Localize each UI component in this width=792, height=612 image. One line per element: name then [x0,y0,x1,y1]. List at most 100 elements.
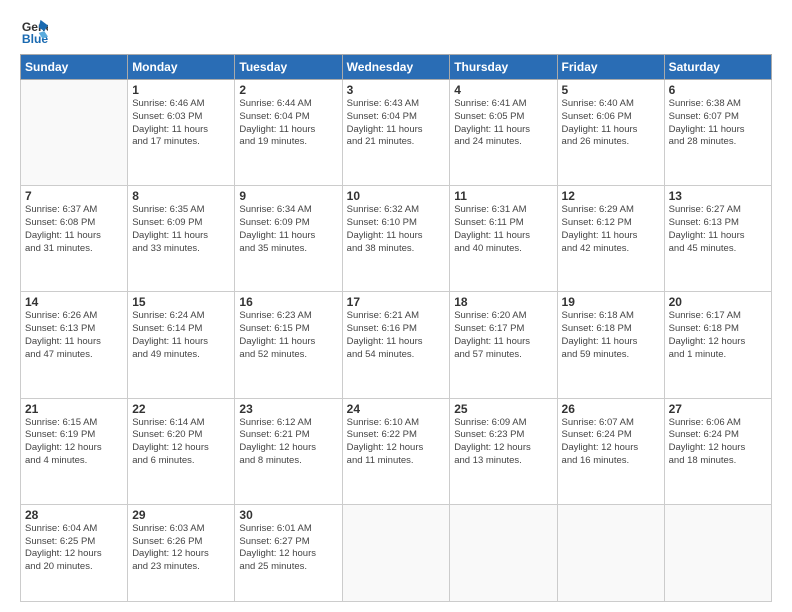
day-info: Sunrise: 6:07 AM Sunset: 6:24 PM Dayligh… [562,417,660,468]
day-number: 10 [347,189,446,203]
day-info: Sunrise: 6:24 AM Sunset: 6:14 PM Dayligh… [132,310,230,361]
day-info: Sunrise: 6:10 AM Sunset: 6:22 PM Dayligh… [347,417,446,468]
day-info: Sunrise: 6:38 AM Sunset: 6:07 PM Dayligh… [669,98,767,149]
calendar-cell [450,504,557,601]
logo-icon: General Blue [20,18,48,46]
day-number: 19 [562,295,660,309]
day-number: 21 [25,402,123,416]
calendar-cell: 30Sunrise: 6:01 AM Sunset: 6:27 PM Dayli… [235,504,342,601]
calendar-cell [21,80,128,186]
day-number: 27 [669,402,767,416]
calendar-cell: 1Sunrise: 6:46 AM Sunset: 6:03 PM Daylig… [128,80,235,186]
day-number: 30 [239,508,337,522]
calendar-cell: 2Sunrise: 6:44 AM Sunset: 6:04 PM Daylig… [235,80,342,186]
calendar-cell: 14Sunrise: 6:26 AM Sunset: 6:13 PM Dayli… [21,292,128,398]
day-info: Sunrise: 6:46 AM Sunset: 6:03 PM Dayligh… [132,98,230,149]
calendar-cell: 29Sunrise: 6:03 AM Sunset: 6:26 PM Dayli… [128,504,235,601]
calendar-cell: 4Sunrise: 6:41 AM Sunset: 6:05 PM Daylig… [450,80,557,186]
weekday-header-thursday: Thursday [450,55,557,80]
day-number: 29 [132,508,230,522]
day-info: Sunrise: 6:29 AM Sunset: 6:12 PM Dayligh… [562,204,660,255]
day-number: 15 [132,295,230,309]
calendar-cell [342,504,450,601]
day-number: 1 [132,83,230,97]
day-number: 25 [454,402,552,416]
calendar-cell: 18Sunrise: 6:20 AM Sunset: 6:17 PM Dayli… [450,292,557,398]
day-number: 26 [562,402,660,416]
day-number: 12 [562,189,660,203]
day-info: Sunrise: 6:35 AM Sunset: 6:09 PM Dayligh… [132,204,230,255]
day-info: Sunrise: 6:44 AM Sunset: 6:04 PM Dayligh… [239,98,337,149]
day-info: Sunrise: 6:04 AM Sunset: 6:25 PM Dayligh… [25,523,123,574]
day-info: Sunrise: 6:20 AM Sunset: 6:17 PM Dayligh… [454,310,552,361]
calendar-cell: 11Sunrise: 6:31 AM Sunset: 6:11 PM Dayli… [450,186,557,292]
day-info: Sunrise: 6:14 AM Sunset: 6:20 PM Dayligh… [132,417,230,468]
day-number: 2 [239,83,337,97]
page-header: General Blue [20,18,772,46]
day-info: Sunrise: 6:31 AM Sunset: 6:11 PM Dayligh… [454,204,552,255]
calendar-cell: 12Sunrise: 6:29 AM Sunset: 6:12 PM Dayli… [557,186,664,292]
day-info: Sunrise: 6:12 AM Sunset: 6:21 PM Dayligh… [239,417,337,468]
calendar-cell: 21Sunrise: 6:15 AM Sunset: 6:19 PM Dayli… [21,398,128,504]
day-info: Sunrise: 6:27 AM Sunset: 6:13 PM Dayligh… [669,204,767,255]
day-info: Sunrise: 6:37 AM Sunset: 6:08 PM Dayligh… [25,204,123,255]
day-number: 20 [669,295,767,309]
calendar-cell: 13Sunrise: 6:27 AM Sunset: 6:13 PM Dayli… [664,186,771,292]
weekday-header-monday: Monday [128,55,235,80]
day-number: 3 [347,83,446,97]
day-number: 24 [347,402,446,416]
calendar-cell: 19Sunrise: 6:18 AM Sunset: 6:18 PM Dayli… [557,292,664,398]
calendar-cell: 26Sunrise: 6:07 AM Sunset: 6:24 PM Dayli… [557,398,664,504]
day-number: 8 [132,189,230,203]
calendar-cell: 23Sunrise: 6:12 AM Sunset: 6:21 PM Dayli… [235,398,342,504]
calendar-cell: 5Sunrise: 6:40 AM Sunset: 6:06 PM Daylig… [557,80,664,186]
day-info: Sunrise: 6:06 AM Sunset: 6:24 PM Dayligh… [669,417,767,468]
day-number: 23 [239,402,337,416]
calendar-cell: 16Sunrise: 6:23 AM Sunset: 6:15 PM Dayli… [235,292,342,398]
day-number: 22 [132,402,230,416]
calendar-cell: 6Sunrise: 6:38 AM Sunset: 6:07 PM Daylig… [664,80,771,186]
day-number: 9 [239,189,337,203]
day-number: 18 [454,295,552,309]
calendar-cell: 27Sunrise: 6:06 AM Sunset: 6:24 PM Dayli… [664,398,771,504]
day-info: Sunrise: 6:26 AM Sunset: 6:13 PM Dayligh… [25,310,123,361]
day-number: 17 [347,295,446,309]
calendar-cell: 17Sunrise: 6:21 AM Sunset: 6:16 PM Dayli… [342,292,450,398]
calendar-cell: 28Sunrise: 6:04 AM Sunset: 6:25 PM Dayli… [21,504,128,601]
day-info: Sunrise: 6:43 AM Sunset: 6:04 PM Dayligh… [347,98,446,149]
day-number: 4 [454,83,552,97]
day-info: Sunrise: 6:34 AM Sunset: 6:09 PM Dayligh… [239,204,337,255]
day-info: Sunrise: 6:09 AM Sunset: 6:23 PM Dayligh… [454,417,552,468]
calendar-cell: 25Sunrise: 6:09 AM Sunset: 6:23 PM Dayli… [450,398,557,504]
day-info: Sunrise: 6:40 AM Sunset: 6:06 PM Dayligh… [562,98,660,149]
day-info: Sunrise: 6:01 AM Sunset: 6:27 PM Dayligh… [239,523,337,574]
day-number: 13 [669,189,767,203]
logo: General Blue [20,18,52,46]
day-info: Sunrise: 6:32 AM Sunset: 6:10 PM Dayligh… [347,204,446,255]
day-info: Sunrise: 6:23 AM Sunset: 6:15 PM Dayligh… [239,310,337,361]
day-info: Sunrise: 6:21 AM Sunset: 6:16 PM Dayligh… [347,310,446,361]
weekday-header-friday: Friday [557,55,664,80]
day-info: Sunrise: 6:03 AM Sunset: 6:26 PM Dayligh… [132,523,230,574]
calendar-cell: 7Sunrise: 6:37 AM Sunset: 6:08 PM Daylig… [21,186,128,292]
day-number: 7 [25,189,123,203]
day-info: Sunrise: 6:41 AM Sunset: 6:05 PM Dayligh… [454,98,552,149]
calendar-cell: 24Sunrise: 6:10 AM Sunset: 6:22 PM Dayli… [342,398,450,504]
weekday-header-wednesday: Wednesday [342,55,450,80]
calendar-cell [664,504,771,601]
day-number: 16 [239,295,337,309]
calendar-cell: 22Sunrise: 6:14 AM Sunset: 6:20 PM Dayli… [128,398,235,504]
day-number: 28 [25,508,123,522]
calendar-table: SundayMondayTuesdayWednesdayThursdayFrid… [20,54,772,602]
weekday-header-sunday: Sunday [21,55,128,80]
weekday-header-tuesday: Tuesday [235,55,342,80]
weekday-header-saturday: Saturday [664,55,771,80]
calendar-cell: 20Sunrise: 6:17 AM Sunset: 6:18 PM Dayli… [664,292,771,398]
day-info: Sunrise: 6:15 AM Sunset: 6:19 PM Dayligh… [25,417,123,468]
day-number: 11 [454,189,552,203]
calendar-cell: 3Sunrise: 6:43 AM Sunset: 6:04 PM Daylig… [342,80,450,186]
calendar-cell: 9Sunrise: 6:34 AM Sunset: 6:09 PM Daylig… [235,186,342,292]
day-info: Sunrise: 6:17 AM Sunset: 6:18 PM Dayligh… [669,310,767,361]
day-number: 14 [25,295,123,309]
calendar-cell [557,504,664,601]
